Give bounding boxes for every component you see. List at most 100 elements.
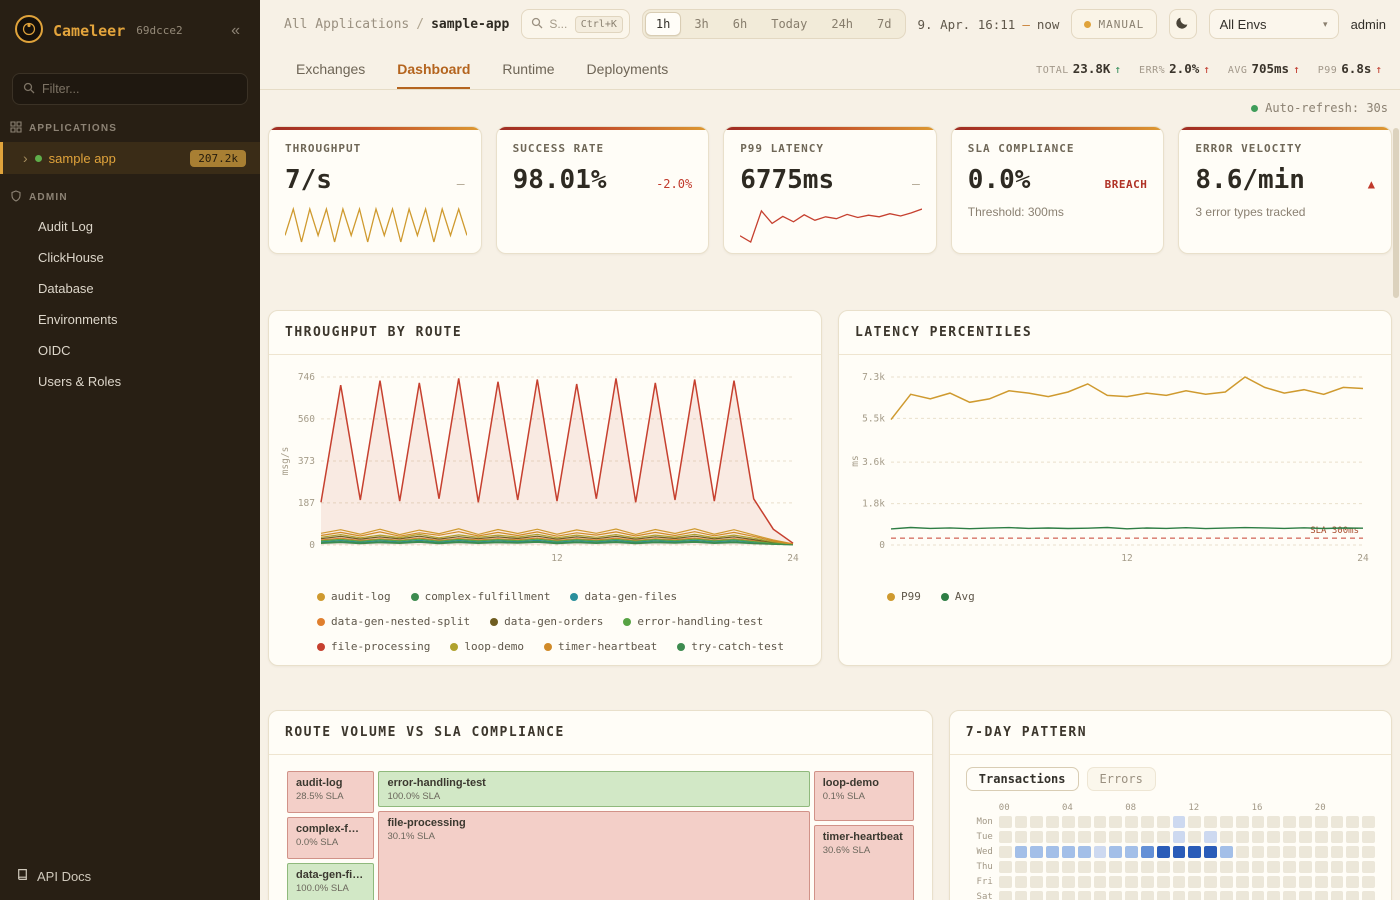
- heatmap-cell[interactable]: [1173, 831, 1186, 843]
- heatmap-cell[interactable]: [1125, 846, 1138, 858]
- time-range-today[interactable]: Today: [760, 12, 818, 36]
- heatmap-cell[interactable]: [1157, 816, 1170, 828]
- heatmap-cell[interactable]: [1236, 876, 1249, 888]
- heatmap-cell[interactable]: [1236, 861, 1249, 873]
- global-search-input[interactable]: S... Ctrl+K: [521, 9, 630, 39]
- heatmap-cell[interactable]: [1299, 846, 1312, 858]
- heatmap-cell[interactable]: [1315, 876, 1328, 888]
- heatmap-cell[interactable]: [1030, 891, 1043, 900]
- heatmap-cell[interactable]: [1252, 861, 1265, 873]
- heatmap-toggle-transactions[interactable]: Transactions: [966, 767, 1079, 791]
- heatmap-cell[interactable]: [1204, 831, 1217, 843]
- sidebar-item-database[interactable]: Database: [0, 273, 260, 304]
- heatmap-cell[interactable]: [1283, 861, 1296, 873]
- sidebar-item-environments[interactable]: Environments: [0, 304, 260, 335]
- heatmap-cell[interactable]: [1078, 861, 1091, 873]
- time-range-24h[interactable]: 24h: [820, 12, 864, 36]
- heatmap-cell[interactable]: [1283, 876, 1296, 888]
- sidebar-item-audit-log[interactable]: Audit Log: [0, 211, 260, 242]
- heatmap-cell[interactable]: [1157, 846, 1170, 858]
- heatmap-cell[interactable]: [1267, 816, 1280, 828]
- heatmap-cell[interactable]: [1220, 846, 1233, 858]
- legend-avg[interactable]: Avg: [941, 590, 975, 603]
- heatmap-cell[interactable]: [1125, 861, 1138, 873]
- heatmap-cell[interactable]: [1078, 876, 1091, 888]
- heatmap-cell[interactable]: [1046, 831, 1059, 843]
- sidebar-item-api-docs[interactable]: API Docs: [0, 852, 260, 900]
- heatmap-cell[interactable]: [1188, 816, 1201, 828]
- heatmap-cell[interactable]: [1062, 831, 1075, 843]
- heatmap-cell[interactable]: [999, 816, 1012, 828]
- heatmap-cell[interactable]: [1252, 891, 1265, 900]
- heatmap-cell[interactable]: [1094, 891, 1107, 900]
- heatmap-cell[interactable]: [1331, 876, 1344, 888]
- heatmap-cell[interactable]: [1267, 891, 1280, 900]
- manual-refresh-button[interactable]: MANUAL: [1071, 9, 1157, 39]
- heatmap-cell[interactable]: [1362, 876, 1375, 888]
- heatmap-cell[interactable]: [1015, 891, 1028, 900]
- heatmap-cell[interactable]: [1157, 861, 1170, 873]
- heatmap-cell[interactable]: [1015, 876, 1028, 888]
- heatmap-cell[interactable]: [1346, 876, 1359, 888]
- legend-data-gen-orders[interactable]: data-gen-orders: [490, 615, 603, 628]
- dark-mode-toggle[interactable]: [1169, 9, 1196, 39]
- heatmap-cell[interactable]: [1204, 816, 1217, 828]
- legend-loop-demo[interactable]: loop-demo: [450, 640, 524, 653]
- heatmap-cell[interactable]: [1220, 816, 1233, 828]
- heatmap-cell[interactable]: [1346, 831, 1359, 843]
- heatmap-cell[interactable]: [1125, 831, 1138, 843]
- heatmap-cell[interactable]: [1173, 861, 1186, 873]
- heatmap-cell[interactable]: [1346, 846, 1359, 858]
- heatmap-cell[interactable]: [1315, 861, 1328, 873]
- heatmap-cell[interactable]: [1109, 816, 1122, 828]
- sidebar-filter-input[interactable]: [12, 73, 248, 105]
- heatmap-cell[interactable]: [1283, 831, 1296, 843]
- heatmap-cell[interactable]: [1109, 831, 1122, 843]
- time-range-6h[interactable]: 6h: [722, 12, 758, 36]
- heatmap-cell[interactable]: [1236, 846, 1249, 858]
- heatmap-cell[interactable]: [1346, 816, 1359, 828]
- heatmap-cell[interactable]: [1267, 831, 1280, 843]
- heatmap-cell[interactable]: [1331, 846, 1344, 858]
- legend-complex-fulfillment[interactable]: complex-fulfillment: [411, 590, 551, 603]
- heatmap-cell[interactable]: [1283, 816, 1296, 828]
- sidebar-item-oidc[interactable]: OIDC: [0, 335, 260, 366]
- heatmap-cell[interactable]: [1299, 891, 1312, 900]
- heatmap-cell[interactable]: [1078, 891, 1091, 900]
- heatmap-cell[interactable]: [1220, 831, 1233, 843]
- heatmap-cell[interactable]: [1046, 846, 1059, 858]
- heatmap-cell[interactable]: [1252, 876, 1265, 888]
- heatmap-cell[interactable]: [1062, 816, 1075, 828]
- heatmap-cell[interactable]: [1236, 816, 1249, 828]
- filter-input[interactable]: [42, 82, 237, 96]
- heatmap-cell[interactable]: [1362, 891, 1375, 900]
- heatmap-cell[interactable]: [1157, 831, 1170, 843]
- breadcrumb-all-applications[interactable]: All Applications: [284, 17, 409, 32]
- heatmap-cell[interactable]: [1204, 846, 1217, 858]
- heatmap-cell[interactable]: [1252, 816, 1265, 828]
- heatmap-cell[interactable]: [1204, 876, 1217, 888]
- heatmap-cell[interactable]: [1141, 876, 1154, 888]
- heatmap-cell[interactable]: [1157, 891, 1170, 900]
- heatmap-cell[interactable]: [1299, 861, 1312, 873]
- heatmap-cell[interactable]: [1173, 876, 1186, 888]
- heatmap-cell[interactable]: [1236, 831, 1249, 843]
- time-range-7d[interactable]: 7d: [866, 12, 902, 36]
- heatmap-cell[interactable]: [1188, 876, 1201, 888]
- heatmap-cell[interactable]: [1267, 861, 1280, 873]
- heatmap-cell[interactable]: [1109, 846, 1122, 858]
- heatmap-cell[interactable]: [999, 891, 1012, 900]
- sidebar-item-sample-app[interactable]: › sample app 207.2k: [0, 142, 260, 174]
- heatmap-cell[interactable]: [1094, 846, 1107, 858]
- legend-data-gen-files[interactable]: data-gen-files: [570, 590, 677, 603]
- heatmap-cell[interactable]: [1030, 846, 1043, 858]
- user-menu[interactable]: admin: [1351, 17, 1386, 32]
- heatmap-cell[interactable]: [1173, 816, 1186, 828]
- treemap-cell-data-gen-files[interactable]: data-gen-files100.0% SLA: [285, 861, 376, 900]
- legend-file-processing[interactable]: file-processing: [317, 640, 430, 653]
- tab-deployments[interactable]: Deployments: [587, 48, 669, 89]
- heatmap-cell[interactable]: [1046, 861, 1059, 873]
- heatmap-cell[interactable]: [1362, 831, 1375, 843]
- heatmap-cell[interactable]: [1141, 816, 1154, 828]
- sidebar-item-clickhouse[interactable]: ClickHouse: [0, 242, 260, 273]
